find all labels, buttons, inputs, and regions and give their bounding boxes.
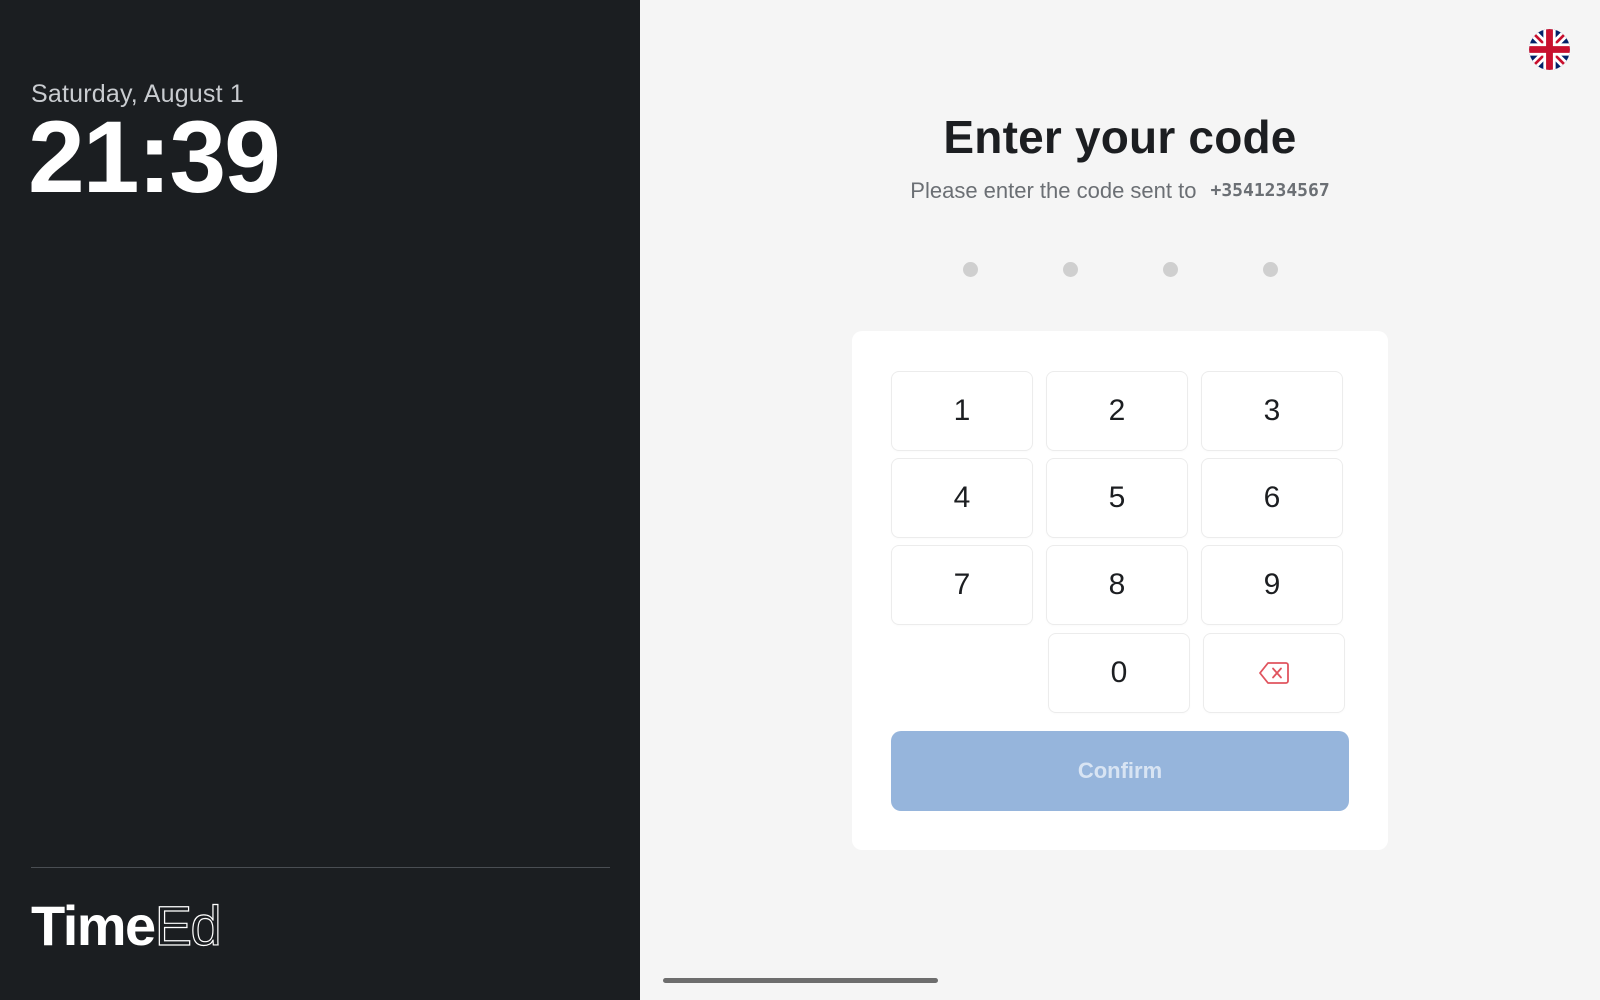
instruction-text: Please enter the code sent to +3541234567 [640, 178, 1600, 204]
key-label: 8 [1108, 568, 1126, 601]
confirm-button[interactable]: Confirm [891, 731, 1349, 811]
key-label: 4 [953, 481, 971, 514]
key-5[interactable]: 5 [1046, 458, 1188, 538]
key-6[interactable]: 6 [1201, 458, 1343, 538]
key-label: 1 [953, 394, 971, 427]
key-8[interactable]: 8 [1046, 545, 1188, 625]
confirm-label: Confirm [1077, 758, 1163, 783]
sidebar: Saturday, August 1 21:39 TimeEd [0, 0, 640, 1000]
language-selector-button[interactable] [1529, 29, 1570, 70]
timeed-logo: TimeEd [31, 897, 222, 954]
key-9[interactable]: 9 [1201, 545, 1343, 625]
main-panel: Enter your code Please enter the code se… [640, 0, 1600, 1000]
phone-number: +3541234567 [1210, 180, 1330, 201]
uk-flag-icon [1529, 29, 1570, 70]
key-label: 6 [1263, 481, 1281, 514]
code-dot [1163, 262, 1178, 277]
logo-part-ed: Ed [154, 894, 222, 957]
instruction-label: Please enter the code sent to [910, 178, 1197, 203]
key-label: 0 [1110, 656, 1128, 689]
key-label: 3 [1263, 394, 1281, 427]
app-root: Saturday, August 1 21:39 TimeEd Enter yo… [0, 0, 1600, 1000]
key-1[interactable]: 1 [891, 371, 1033, 451]
clock-time: 21:39 [28, 100, 281, 214]
code-dot [1263, 262, 1278, 277]
logo-part-time: Time [31, 894, 156, 957]
code-dot [1063, 262, 1078, 277]
code-dot [963, 262, 978, 277]
key-label: 2 [1108, 394, 1126, 427]
sidebar-divider [31, 867, 610, 868]
backspace-button[interactable] [1203, 633, 1345, 713]
page-title: Enter your code [943, 111, 1297, 163]
key-2[interactable]: 2 [1046, 371, 1188, 451]
key-3[interactable]: 3 [1201, 371, 1343, 451]
key-4[interactable]: 4 [891, 458, 1033, 538]
code-indicator [640, 262, 1600, 278]
key-label: 7 [953, 568, 971, 601]
key-0[interactable]: 0 [1048, 633, 1190, 713]
key-7[interactable]: 7 [891, 545, 1033, 625]
key-label: 9 [1263, 568, 1281, 601]
keypad-card: 1 2 3 4 5 6 7 8 9 0 Confirm [852, 331, 1388, 850]
home-indicator [663, 978, 938, 983]
key-label: 5 [1108, 481, 1126, 514]
backspace-icon [1259, 661, 1289, 685]
